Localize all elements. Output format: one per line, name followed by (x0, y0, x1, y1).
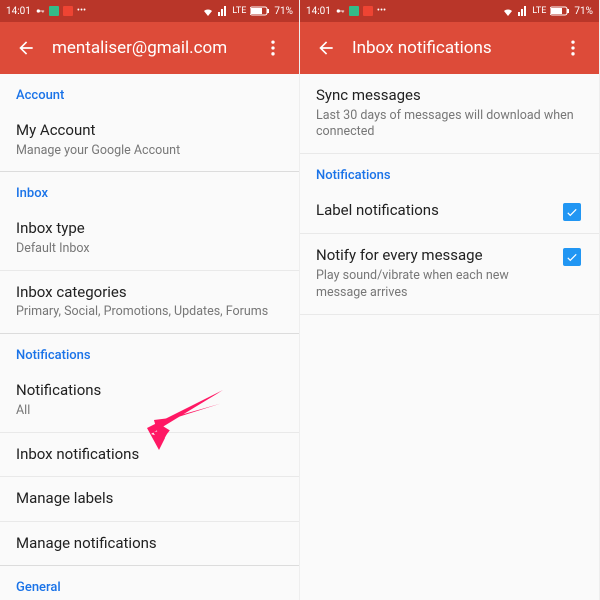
row-subtitle: Manage your Google Account (16, 143, 283, 160)
app-icon (349, 6, 359, 16)
row-notify-every-message[interactable]: Notify for every message Play sound/vibr… (300, 234, 599, 314)
row-sync-messages[interactable]: Sync messages Last 30 days of messages w… (300, 74, 599, 154)
status-bar: 14:01 ••• LTE 71% (300, 0, 599, 22)
status-bar: 14:01 ••• LTE 71% (0, 0, 299, 22)
row-inbox-type[interactable]: Inbox type Default Inbox (0, 207, 299, 270)
settings-list: Account My Account Manage your Google Ac… (0, 74, 299, 600)
key-icon (335, 6, 345, 16)
row-title: Inbox notifications (16, 445, 283, 465)
row-title: Inbox categories (16, 283, 283, 303)
more-vert-icon (563, 38, 583, 58)
arrow-back-icon (316, 38, 336, 58)
row-title: Inbox type (16, 219, 283, 239)
app-bar-title: Inbox notifications (344, 38, 555, 58)
wifi-icon (202, 6, 214, 16)
battery-icon (250, 6, 270, 16)
app-bar: mentaliser@gmail.com (0, 22, 299, 74)
row-manage-notifications[interactable]: Manage notifications (0, 522, 299, 567)
section-general: General (0, 566, 299, 600)
row-my-account[interactable]: My Account Manage your Google Account (0, 109, 299, 172)
row-title: Sync messages (316, 86, 583, 106)
more-vert-icon (263, 38, 283, 58)
screen-account-settings: 14:01 ••• LTE 71% mentaliser@gmail.com A… (0, 0, 300, 600)
row-title: Notifications (16, 381, 283, 401)
checkbox-notify-every[interactable] (563, 248, 581, 266)
row-title: Manage notifications (16, 534, 283, 554)
row-subtitle: Play sound/vibrate when each new message… (316, 268, 551, 302)
checkbox-label-notifications[interactable] (563, 203, 581, 221)
signal-icon (218, 6, 228, 16)
row-subtitle: Primary, Social, Promotions, Updates, Fo… (16, 304, 283, 321)
row-manage-labels[interactable]: Manage labels (0, 477, 299, 522)
more-indicator: ••• (77, 6, 86, 16)
back-button[interactable] (308, 38, 344, 58)
row-subtitle: Last 30 days of messages will download w… (316, 108, 583, 142)
status-battery: 71% (274, 6, 293, 17)
app-bar: Inbox notifications (300, 22, 599, 74)
row-label-notifications[interactable]: Label notifications (300, 189, 599, 234)
section-notifications: Notifications (0, 334, 299, 369)
app-icon (363, 6, 373, 16)
row-title: My Account (16, 121, 283, 141)
check-icon (565, 250, 579, 264)
back-button[interactable] (8, 38, 44, 58)
key-icon (35, 6, 45, 16)
section-inbox: Inbox (0, 172, 299, 207)
arrow-back-icon (16, 38, 36, 58)
status-battery: 71% (574, 6, 593, 17)
status-time: 14:01 (306, 6, 331, 17)
wifi-icon (502, 6, 514, 16)
app-icon (63, 6, 73, 16)
section-notifications: Notifications (300, 154, 599, 189)
signal-icon (518, 6, 528, 16)
row-inbox-notifications[interactable]: Inbox notifications (0, 433, 299, 478)
overflow-menu-button[interactable] (555, 38, 591, 58)
row-notifications[interactable]: Notifications All (0, 369, 299, 432)
row-title: Manage labels (16, 489, 283, 509)
row-inbox-categories[interactable]: Inbox categories Primary, Social, Promot… (0, 271, 299, 334)
screen-inbox-notifications: 14:01 ••• LTE 71% Inbox notifications Sy… (300, 0, 600, 600)
battery-icon (550, 6, 570, 16)
app-bar-title: mentaliser@gmail.com (44, 38, 255, 58)
row-title: Label notifications (316, 201, 551, 221)
row-subtitle: Default Inbox (16, 241, 283, 258)
app-icon (49, 6, 59, 16)
overflow-menu-button[interactable] (255, 38, 291, 58)
status-time: 14:01 (6, 6, 31, 17)
section-account: Account (0, 74, 299, 109)
row-subtitle: All (16, 403, 283, 420)
settings-list: Sync messages Last 30 days of messages w… (300, 74, 599, 600)
row-title: Notify for every message (316, 246, 551, 266)
check-icon (565, 205, 579, 219)
more-indicator: ••• (377, 6, 386, 16)
